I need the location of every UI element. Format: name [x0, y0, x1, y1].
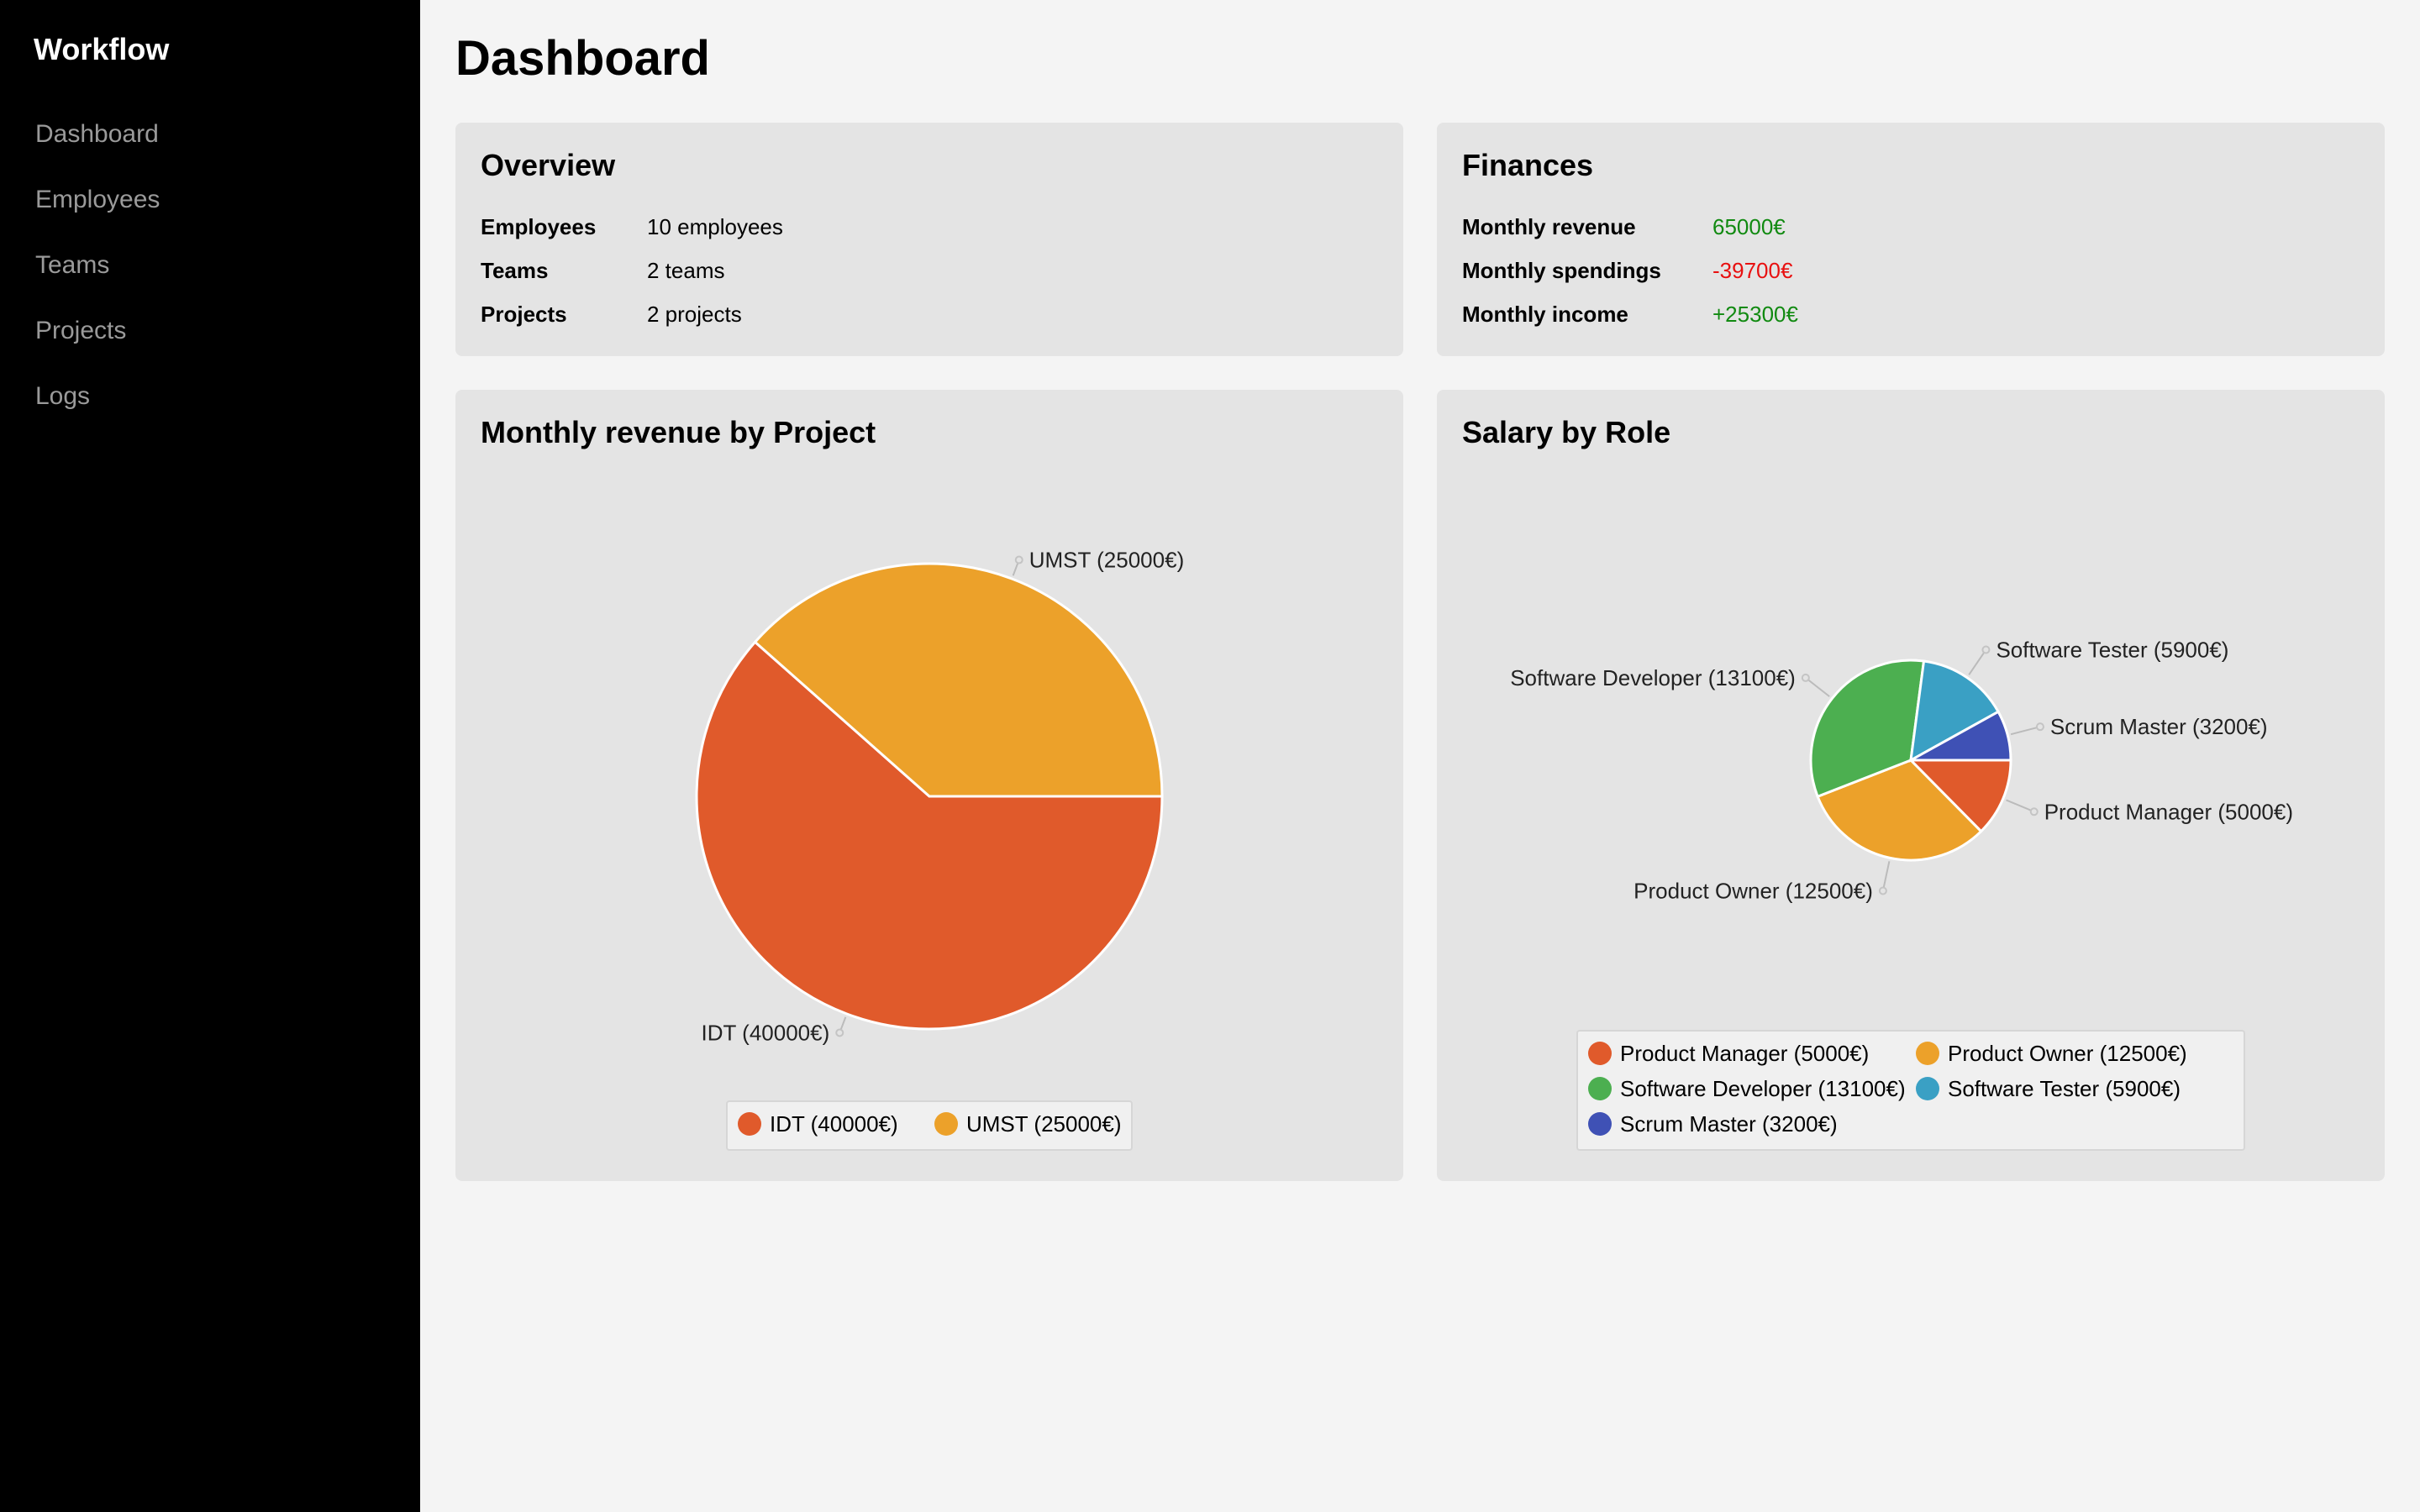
- revenue-pie-chart: IDT (40000€) UMST (25000€): [695, 548, 1185, 1045]
- slice-label-dot: [1981, 645, 1991, 654]
- slice-label-dot: [2035, 722, 2044, 732]
- overview-value: 10 employees: [647, 214, 783, 239]
- overview-card: Overview Employees 10 employees Teams 2 …: [455, 123, 1403, 356]
- finances-title: Finances: [1462, 148, 1594, 182]
- sidebar-item-logs[interactable]: Logs: [35, 380, 160, 445]
- slice-label: Scrum Master (3200€): [2050, 714, 2268, 739]
- sidebar-item-projects[interactable]: Projects: [35, 314, 160, 380]
- salary-chart-legend: Product Manager (5000€) Product Owner (1…: [1576, 1030, 2245, 1151]
- legend-swatch: [1916, 1042, 1939, 1065]
- overview-value: 2 projects: [647, 302, 742, 327]
- app-logo[interactable]: Workflow: [34, 32, 169, 67]
- slice-label-leader: [1968, 648, 1987, 675]
- finances-value: +25300€: [1712, 302, 1798, 327]
- slice-label-dot: [2029, 807, 2039, 816]
- slice-label-dot: [835, 1028, 844, 1037]
- page-title: Dashboard: [455, 31, 710, 86]
- legend-swatch: [1588, 1112, 1612, 1136]
- finances-key: Monthly spendings: [1462, 258, 1661, 283]
- sidebar: Workflow Dashboard Employees Teams Proje…: [0, 0, 420, 1512]
- main-content: Dashboard Overview Employees 10 employee…: [420, 0, 2420, 1512]
- slice-label-leader: [1805, 677, 1830, 697]
- slice-label-dot: [1878, 886, 1887, 895]
- sidebar-item-employees[interactable]: Employees: [35, 183, 160, 249]
- sidebar-item-teams[interactable]: Teams: [35, 249, 160, 314]
- finances-value: -39700€: [1712, 258, 1793, 283]
- revenue-chart-legend: IDT (40000€) UMST (25000€): [726, 1100, 1133, 1151]
- slice-label: IDT (40000€): [702, 1020, 830, 1045]
- finances-key: Monthly revenue: [1462, 214, 1636, 239]
- slice-label-leader: [1881, 861, 1891, 891]
- slice-label-leader: [2006, 799, 2035, 813]
- sidebar-nav: Dashboard Employees Teams Projects Logs: [35, 118, 160, 445]
- legend-label: IDT (40000€): [770, 1111, 898, 1137]
- legend-label: Software Developer (13100€): [1620, 1076, 1906, 1101]
- legend-label: Scrum Master (3200€): [1620, 1111, 1838, 1137]
- sidebar-item-dashboard[interactable]: Dashboard: [35, 118, 160, 183]
- slice-label-dot: [1014, 555, 1023, 564]
- legend-label: Product Owner (12500€): [1948, 1041, 2187, 1066]
- legend-swatch: [934, 1112, 958, 1136]
- overview-key: Projects: [481, 302, 567, 327]
- slice-label: Product Manager (5000€): [2044, 799, 2293, 824]
- legend-swatch: [1588, 1077, 1612, 1100]
- slice-label: Software Tester (5900€): [1996, 638, 2228, 663]
- overview-key: Employees: [481, 214, 597, 239]
- legend-swatch: [1916, 1077, 1939, 1100]
- finances-value: 65000€: [1712, 214, 1786, 239]
- legend-label: UMST (25000€): [966, 1111, 1122, 1137]
- revenue-chart-card: Monthly revenue by Project IDT (40000€) U…: [455, 390, 1403, 1181]
- legend-label: Product Manager (5000€): [1620, 1041, 1870, 1066]
- overview-title: Overview: [481, 148, 616, 182]
- finances-key: Monthly income: [1462, 302, 1628, 327]
- legend-label: Software Tester (5900€): [1948, 1076, 2181, 1101]
- salary-chart-card: Salary by Role Product Manager (5000€) Pr…: [1437, 390, 2385, 1181]
- overview-value: 2 teams: [647, 258, 725, 283]
- finances-card: Finances Monthly revenue 65000€ Monthly …: [1437, 123, 2385, 356]
- slice-label: Software Developer (13100€): [1510, 665, 1796, 690]
- overview-key: Teams: [481, 258, 549, 283]
- slice-label: UMST (25000€): [1029, 548, 1185, 573]
- legend-swatch: [738, 1112, 761, 1136]
- slice-label-leader: [2010, 726, 2041, 736]
- slice-label-dot: [1801, 673, 1810, 682]
- legend-swatch: [1588, 1042, 1612, 1065]
- slice-label: Product Owner (12500€): [1634, 879, 1873, 904]
